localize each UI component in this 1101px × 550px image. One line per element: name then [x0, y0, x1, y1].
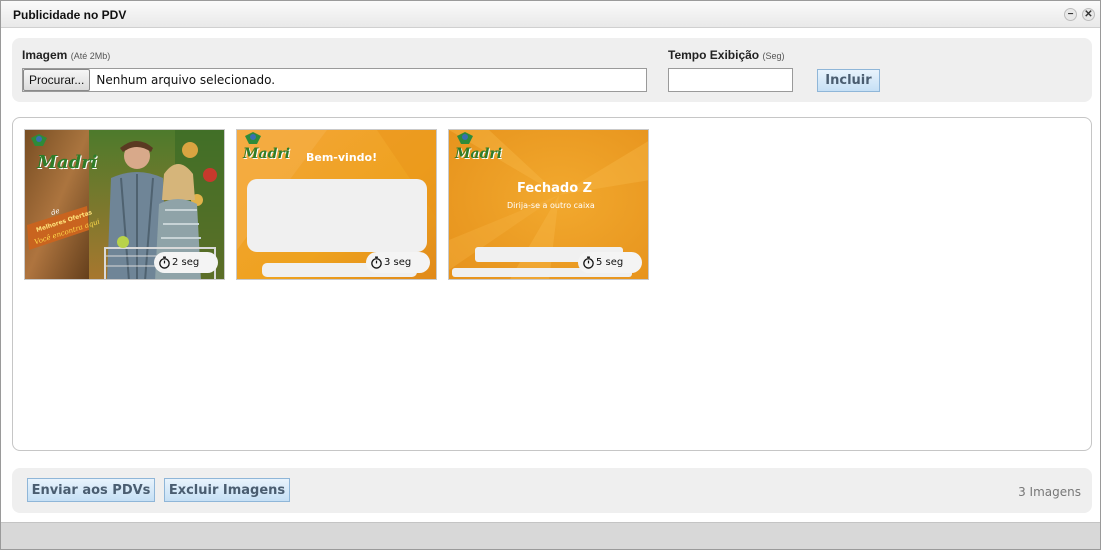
time-label-text: Tempo Exibição	[668, 48, 760, 62]
upload-panel: Imagem (Até 2Mb) Procurar... Nenhum arqu…	[12, 38, 1092, 102]
image-size-hint: (Até 2Mb)	[70, 51, 111, 61]
ad-thumbnail-2[interactable]: Madri Bem-vindo! 3 seg	[236, 129, 437, 280]
welcome-heading: Bem-vindo!	[306, 151, 378, 164]
duration-badge: 5 seg	[578, 252, 642, 273]
title-bar[interactable]: Publicidade no PDV − ✕	[1, 1, 1100, 28]
time-label: Tempo Exibição (Seg)	[668, 48, 785, 62]
ad-thumbnail-3[interactable]: Madri Fechado Z Dirija-se a outro caixa …	[448, 129, 649, 280]
duration-badge: 2 seg	[154, 252, 218, 273]
time-unit-hint: (Seg)	[762, 51, 785, 61]
brand-logo: Madri	[243, 146, 291, 162]
display-time-input[interactable]	[668, 68, 793, 92]
closed-heading: Fechado Z	[517, 181, 593, 196]
minimize-icon[interactable]: −	[1064, 8, 1077, 21]
delete-images-button[interactable]: Excluir Imagens	[164, 478, 290, 502]
image-count: 3 Imagens	[1018, 485, 1081, 499]
image-gallery: Madri de Melhores Ofertas Você encontra …	[12, 117, 1092, 451]
duration-text: 5 seg	[596, 257, 624, 268]
image-label: Imagem (Até 2Mb)	[22, 48, 110, 62]
browse-button[interactable]: Procurar...	[23, 69, 91, 91]
include-button[interactable]: Incluir	[817, 69, 880, 92]
file-status: Nenhum arquivo selecionado.	[96, 73, 276, 87]
image-label-text: Imagem	[22, 48, 68, 62]
duration-text: 2 seg	[172, 257, 200, 268]
footer-panel: Enviar aos PDVs Excluir Imagens 3 Imagen…	[12, 468, 1092, 513]
ad-thumbnail-1[interactable]: Madri de Melhores Ofertas Você encontra …	[24, 129, 225, 280]
duration-badge: 3 seg	[366, 252, 430, 273]
duration-text: 3 seg	[384, 257, 412, 268]
stopwatch-icon	[583, 256, 594, 269]
bottom-bar	[1, 522, 1100, 549]
send-to-pdvs-button[interactable]: Enviar aos PDVs	[27, 478, 155, 502]
image-file-input[interactable]: Procurar... Nenhum arquivo selecionado.	[22, 68, 647, 92]
stopwatch-icon	[371, 256, 382, 269]
stopwatch-icon	[159, 256, 170, 269]
closed-subheading: Dirija-se a outro caixa	[507, 201, 595, 210]
brand-logo: Madri	[455, 146, 503, 162]
dialog-title: Publicidade no PDV	[13, 8, 127, 22]
brand-logo: Madri	[37, 152, 98, 173]
close-icon[interactable]: ✕	[1082, 8, 1095, 21]
publicidade-dialog: Publicidade no PDV − ✕ Imagem (Até 2Mb) …	[0, 0, 1101, 550]
